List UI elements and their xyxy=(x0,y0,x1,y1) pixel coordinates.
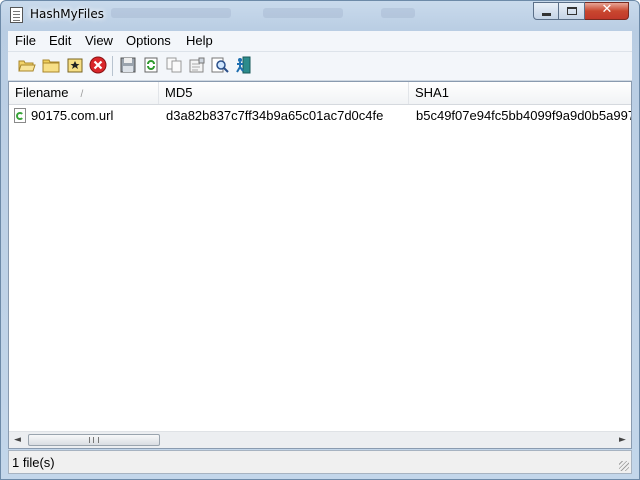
column-header-md5[interactable]: MD5 xyxy=(159,82,409,104)
open-folder-icon[interactable] xyxy=(42,56,60,74)
toolbar xyxy=(8,52,632,81)
file-list[interactable]: Filename / MD5 SHA1 90175.com.url d3a82b8… xyxy=(8,81,632,449)
scroll-left-icon[interactable]: ◄ xyxy=(9,432,26,448)
refresh-icon[interactable] xyxy=(142,56,160,74)
title-ghost xyxy=(263,8,343,18)
md5-cell: d3a82b837c7ff34b9a65c01ac7d0c4fe xyxy=(166,108,384,123)
open-files-icon[interactable] xyxy=(18,56,36,74)
scrollbar-thumb[interactable] xyxy=(28,434,160,446)
title-ghost xyxy=(381,8,415,18)
horizontal-scrollbar[interactable]: ◄ ► xyxy=(9,431,631,448)
url-file-icon xyxy=(14,108,26,123)
column-header-label: SHA1 xyxy=(415,85,449,100)
menu-options[interactable]: Options xyxy=(126,33,171,48)
sha1-cell: b5c49f07e94fc5bb4099f9a9d0b5a997 xyxy=(416,108,631,123)
remove-icon[interactable] xyxy=(89,56,107,74)
app-icon xyxy=(10,7,23,23)
menu-bar: File Edit View Options Help xyxy=(8,31,632,52)
column-header-sha1[interactable]: SHA1 xyxy=(409,82,631,104)
status-text: 1 file(s) xyxy=(12,455,55,470)
column-header-filename[interactable]: Filename / xyxy=(9,82,159,104)
menu-edit[interactable]: Edit xyxy=(49,33,71,48)
column-header-label: MD5 xyxy=(165,85,193,100)
sort-indicator-icon: / xyxy=(80,89,84,100)
toolbar-separator xyxy=(112,56,113,76)
window-title: HashMyFiles xyxy=(30,7,105,21)
table-row[interactable]: 90175.com.url d3a82b837c7ff34b9a65c01ac7… xyxy=(9,106,631,126)
app-window: HashMyFiles ✕ File Edit View Options Hel… xyxy=(0,0,640,480)
maximize-icon xyxy=(567,7,577,15)
title-ghost xyxy=(111,8,231,18)
menu-view[interactable]: View xyxy=(85,33,113,48)
minimize-button[interactable] xyxy=(533,2,559,20)
status-bar: 1 file(s) xyxy=(8,450,632,474)
properties-icon[interactable] xyxy=(188,56,206,74)
filename-cell: 90175.com.url xyxy=(31,108,114,123)
add-item-icon[interactable] xyxy=(66,56,84,74)
scroll-right-icon[interactable]: ► xyxy=(614,432,631,448)
exit-icon[interactable] xyxy=(234,56,252,74)
close-icon: ✕ xyxy=(601,2,613,17)
find-icon[interactable] xyxy=(211,56,229,74)
grip-icon xyxy=(89,437,99,443)
minimize-icon xyxy=(542,13,551,16)
column-header-label: Filename xyxy=(15,85,69,100)
save-icon[interactable] xyxy=(119,56,137,74)
copy-icon[interactable] xyxy=(165,56,183,74)
menu-file[interactable]: File xyxy=(15,33,36,48)
maximize-button[interactable] xyxy=(559,2,585,20)
title-bar[interactable]: HashMyFiles ✕ xyxy=(1,1,639,31)
close-button[interactable]: ✕ xyxy=(585,2,629,20)
menu-help[interactable]: Help xyxy=(186,33,213,48)
list-header: Filename / MD5 SHA1 xyxy=(9,82,631,105)
resize-grip-icon[interactable] xyxy=(619,461,629,471)
